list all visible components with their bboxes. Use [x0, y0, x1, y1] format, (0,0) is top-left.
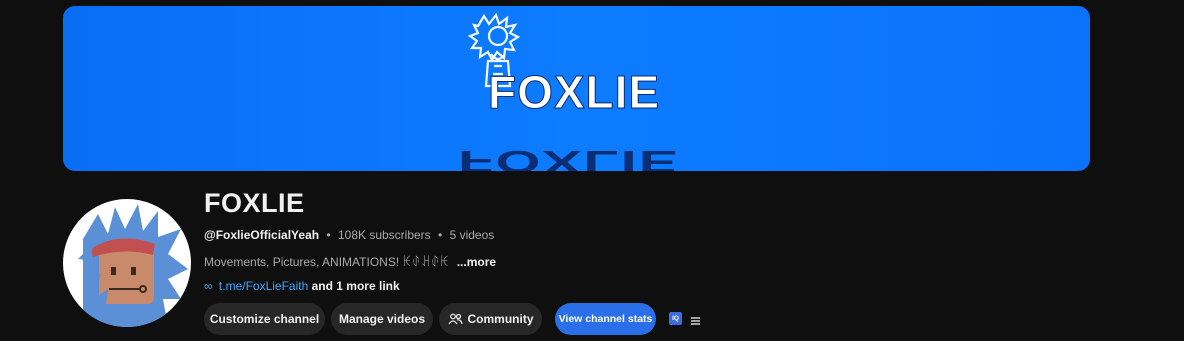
- avatar-illustration: [78, 204, 188, 327]
- banner-logo: FOXLIE FOXLIE: [458, 12, 679, 171]
- channel-avatar[interactable]: [63, 199, 191, 327]
- more-button[interactable]: ...more: [457, 255, 496, 269]
- channel-link[interactable]: t.me/FoxLieFaith: [219, 279, 308, 293]
- channel-meta: @FoxlieOfficialYeah • 108K subscribers •…: [204, 228, 494, 242]
- banner-logo-text: FOXLIE: [488, 66, 660, 118]
- channel-handle: @FoxlieOfficialYeah: [204, 228, 320, 242]
- meta-separator: •: [438, 228, 443, 242]
- iq-badge-icon[interactable]: IQ: [669, 312, 682, 325]
- view-channel-stats-button[interactable]: View channel stats: [555, 303, 656, 335]
- banner-logo-shadow: FOXLIE: [458, 144, 679, 171]
- subscriber-count: 108K subscribers: [337, 228, 431, 242]
- link-icon: ∞: [204, 279, 213, 293]
- people-icon: [448, 313, 463, 325]
- more-links-button[interactable]: and 1 more link: [312, 279, 400, 293]
- channel-name: FOXLIE: [204, 188, 305, 218]
- community-label: Community: [467, 312, 534, 326]
- video-count: 5 videos: [449, 228, 495, 242]
- manage-videos-button[interactable]: Manage videos: [331, 303, 433, 335]
- channel-description[interactable]: Movements, Pictures, ANIMATIONS! ꀘꂑꃅꂑꀘ .…: [204, 253, 496, 269]
- hamburger-icon[interactable]: [690, 313, 701, 331]
- meta-separator: •: [326, 228, 331, 242]
- community-button[interactable]: Community: [439, 303, 542, 335]
- customize-channel-button[interactable]: Customize channel: [204, 303, 325, 335]
- channel-links: ∞ t.me/FoxLieFaith and 1 more link: [204, 279, 400, 293]
- channel-banner: FOXLIE FOXLIE: [63, 6, 1090, 171]
- description-text: Movements, Pictures, ANIMATIONS! ꀘꂑꃅꂑꀘ: [204, 255, 450, 269]
